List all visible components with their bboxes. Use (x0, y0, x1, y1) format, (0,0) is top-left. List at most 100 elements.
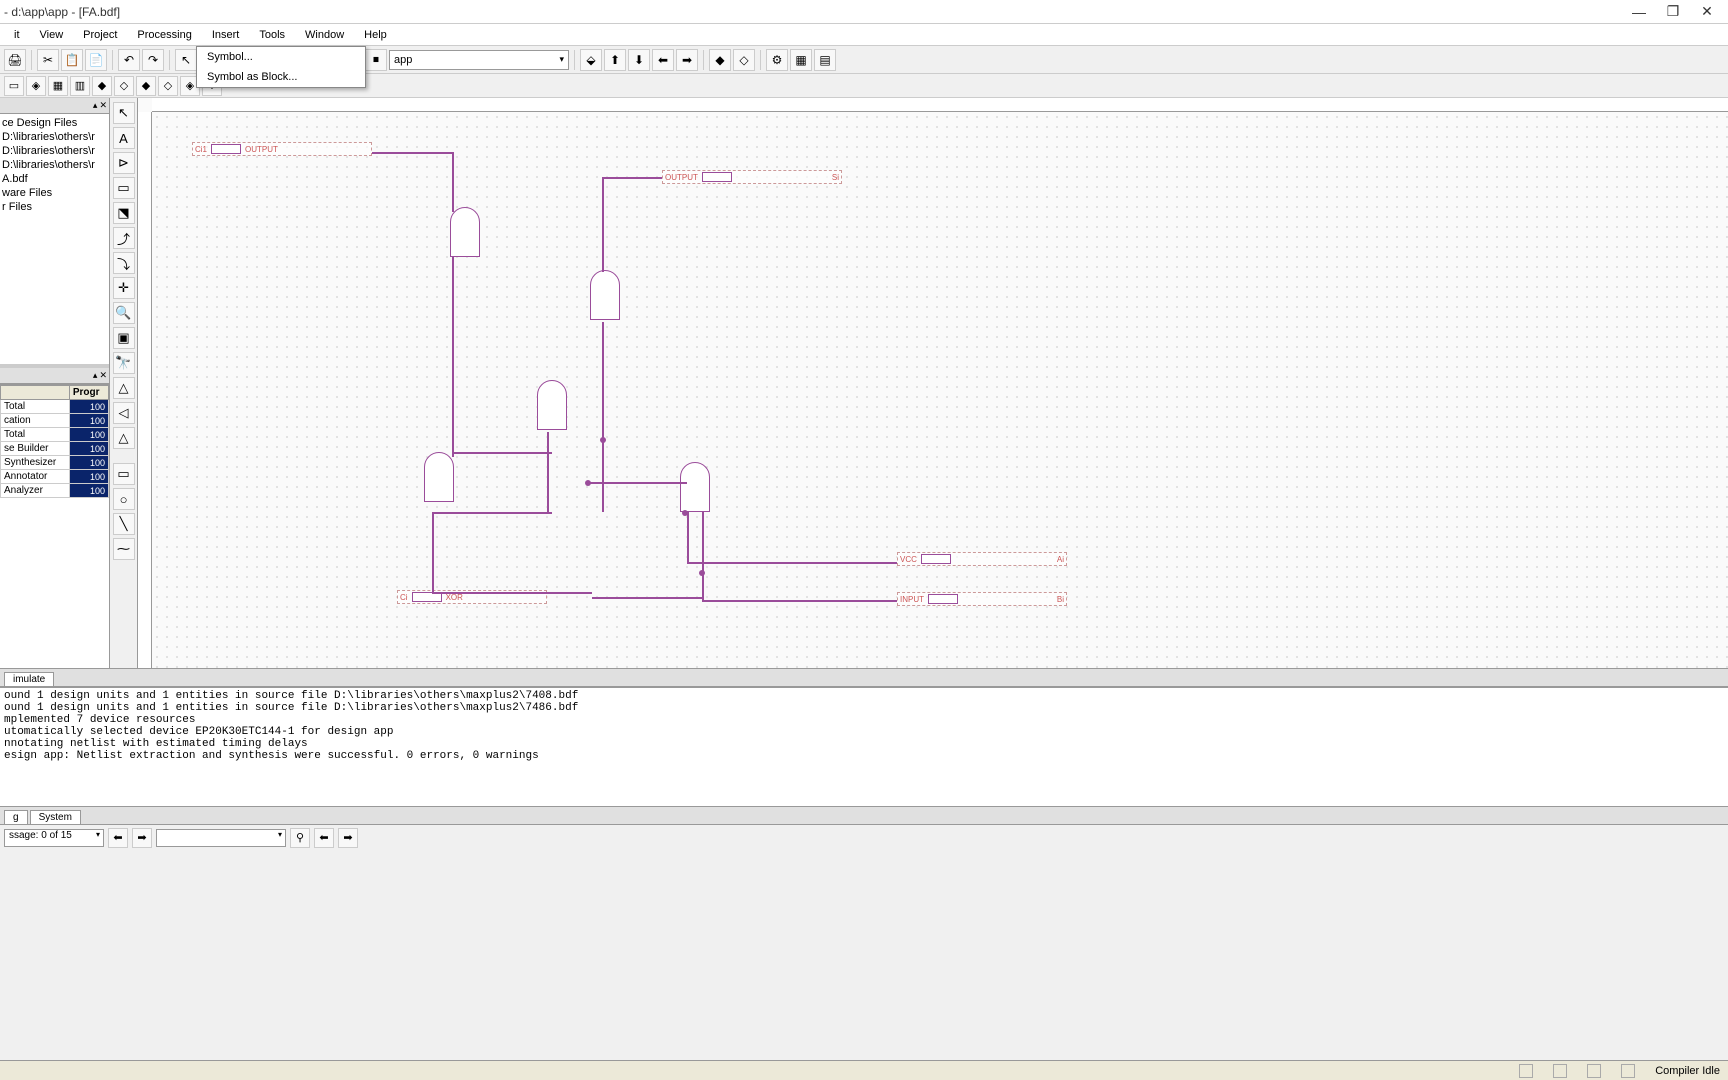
fwd-icon[interactable]: ➡ (338, 828, 358, 848)
wire (452, 452, 552, 454)
symbol-tool[interactable]: ⊳ (113, 152, 135, 174)
gate-xor-1[interactable] (590, 270, 620, 320)
navigator-close-icon[interactable]: ✕ (99, 100, 107, 111)
tool2-6[interactable]: ◇ (114, 76, 134, 96)
pointer-icon[interactable]: ↖ (175, 49, 197, 71)
menu-insert[interactable]: Insert (202, 27, 250, 43)
insert-symbol[interactable]: Symbol... (197, 47, 365, 67)
tree-item[interactable]: r Files (2, 200, 107, 214)
fullscreen-tool[interactable]: ▣ (113, 327, 135, 349)
output-pin-ci1[interactable]: Ci1 OUTPUT (192, 142, 372, 156)
gate-and-1[interactable] (450, 207, 480, 257)
gate-xor-2[interactable] (680, 462, 710, 512)
status-icon-2 (1553, 1064, 1567, 1078)
print-icon[interactable]: 🖨 (4, 49, 26, 71)
output-pin-si[interactable]: OUTPUT Si (662, 170, 842, 184)
find-tool[interactable]: 🔭 (113, 352, 135, 374)
input-pin-bi[interactable]: INPUT Bi (897, 592, 1067, 606)
messages-panel[interactable]: ound 1 design units and 1 entities in so… (0, 686, 1728, 806)
compiler-collapse-icon[interactable]: ▴ (93, 370, 98, 381)
copy-icon[interactable]: 📋 (61, 49, 83, 71)
maximize-button[interactable]: ❐ (1656, 3, 1690, 20)
chip-icon[interactable]: ▤ (814, 49, 836, 71)
tool2-8[interactable]: ◇ (158, 76, 178, 96)
message-counter-combo[interactable]: ssage: 0 of 15 (4, 829, 104, 847)
project-tree[interactable]: ce Design Files D:\libraries\others\r D:… (0, 114, 109, 364)
rotate-tool[interactable]: △ (113, 427, 135, 449)
menu-project[interactable]: Project (73, 27, 127, 43)
wire (587, 482, 687, 484)
tree-item[interactable]: D:\libraries\others\r (2, 144, 107, 158)
menu-edit[interactable]: it (4, 27, 30, 43)
message-line: esign app: Netlist extraction and synthe… (4, 750, 1724, 762)
tool2-1[interactable]: ▭ (4, 76, 24, 96)
locate-icon[interactable]: ⚲ (290, 828, 310, 848)
flip-v-tool[interactable]: ◁ (113, 402, 135, 424)
minimize-button[interactable]: — (1622, 4, 1656, 20)
tool2-3[interactable]: ▦ (48, 76, 68, 96)
text-tool[interactable]: A (113, 127, 135, 149)
bus-tool[interactable]: ⤴ (113, 227, 135, 249)
tree-item[interactable]: D:\libraries\others\r (2, 130, 107, 144)
gate-and-2[interactable] (537, 380, 567, 430)
tool2-2[interactable]: ◈ (26, 76, 46, 96)
compiler-close-icon[interactable]: ✕ (99, 370, 107, 381)
navigator-collapse-icon[interactable]: ▴ (93, 100, 98, 111)
diag-tool[interactable]: ╲ (113, 513, 135, 535)
conduit-tool[interactable]: ⤵ (113, 252, 135, 274)
insert-symbol-block[interactable]: Symbol as Block... (197, 67, 365, 87)
tab-simulate[interactable]: imulate (4, 672, 54, 686)
oval-tool[interactable]: ○ (113, 488, 135, 510)
tree-item[interactable]: ware Files (2, 186, 107, 200)
wire (592, 597, 702, 599)
tree-item[interactable]: A.bdf (2, 172, 107, 186)
status-icon-1 (1519, 1064, 1533, 1078)
next-message-icon[interactable]: ➡ (132, 828, 152, 848)
tool2-4[interactable]: ▥ (70, 76, 90, 96)
settings-icon[interactable]: ⚙ (766, 49, 788, 71)
tree-item[interactable]: ce Design Files (2, 116, 107, 130)
menu-window[interactable]: Window (295, 27, 354, 43)
compile-icon[interactable]: ◆ (709, 49, 731, 71)
search-combo[interactable] (156, 829, 286, 847)
stop-icon[interactable]: ⏹ (365, 49, 387, 71)
prev-message-icon[interactable]: ⬅ (108, 828, 128, 848)
msg-tab-system[interactable]: System (30, 810, 81, 824)
right-icon[interactable]: ➡ (676, 49, 698, 71)
msg-tab-processing[interactable]: g (4, 810, 28, 824)
back-icon[interactable]: ⬅ (314, 828, 334, 848)
line-tool[interactable]: ⬔ (113, 202, 135, 224)
paste-icon[interactable]: 📄 (85, 49, 107, 71)
arc-tool[interactable]: ⁓ (113, 538, 135, 560)
menu-tools[interactable]: Tools (249, 27, 295, 43)
tool2-7[interactable]: ◆ (136, 76, 156, 96)
up-icon[interactable]: ⬆ (604, 49, 626, 71)
redo-icon[interactable]: ↷ (142, 49, 164, 71)
simulate-icon[interactable]: ◇ (733, 49, 755, 71)
report-icon[interactable]: ▦ (790, 49, 812, 71)
cut-icon[interactable]: ✂ (37, 49, 59, 71)
down-icon[interactable]: ⬇ (628, 49, 650, 71)
gate-and-3[interactable] (424, 452, 454, 502)
select-tool[interactable]: ↖ (113, 102, 135, 124)
junction-tool[interactable]: ✛ (113, 277, 135, 299)
menu-view[interactable]: View (30, 27, 74, 43)
project-combo[interactable]: app (389, 50, 569, 70)
menu-help[interactable]: Help (354, 27, 397, 43)
hierarchy-icon[interactable]: ⬙ (580, 49, 602, 71)
tool2-5[interactable]: ◆ (92, 76, 112, 96)
wire (602, 177, 604, 272)
undo-icon[interactable]: ↶ (118, 49, 140, 71)
rect-tool[interactable]: ▭ (113, 463, 135, 485)
input-pin-ai[interactable]: VCC Ai (897, 552, 1067, 566)
left-icon[interactable]: ⬅ (652, 49, 674, 71)
ruler-vertical (138, 112, 152, 668)
close-button[interactable]: ✕ (1690, 3, 1724, 20)
flip-h-tool[interactable]: △ (113, 377, 135, 399)
tree-item[interactable]: D:\libraries\others\r (2, 158, 107, 172)
block-tool[interactable]: ▭ (113, 177, 135, 199)
zoom-tool[interactable]: 🔍 (113, 302, 135, 324)
menu-processing[interactable]: Processing (127, 27, 201, 43)
compiler-status-panel: Progr Total100 cation100 Total100 se Bui… (0, 384, 109, 668)
schematic-canvas[interactable]: Ci1 OUTPUT OUTPUT Si VCC Ai INPUT Bi (152, 112, 1728, 668)
